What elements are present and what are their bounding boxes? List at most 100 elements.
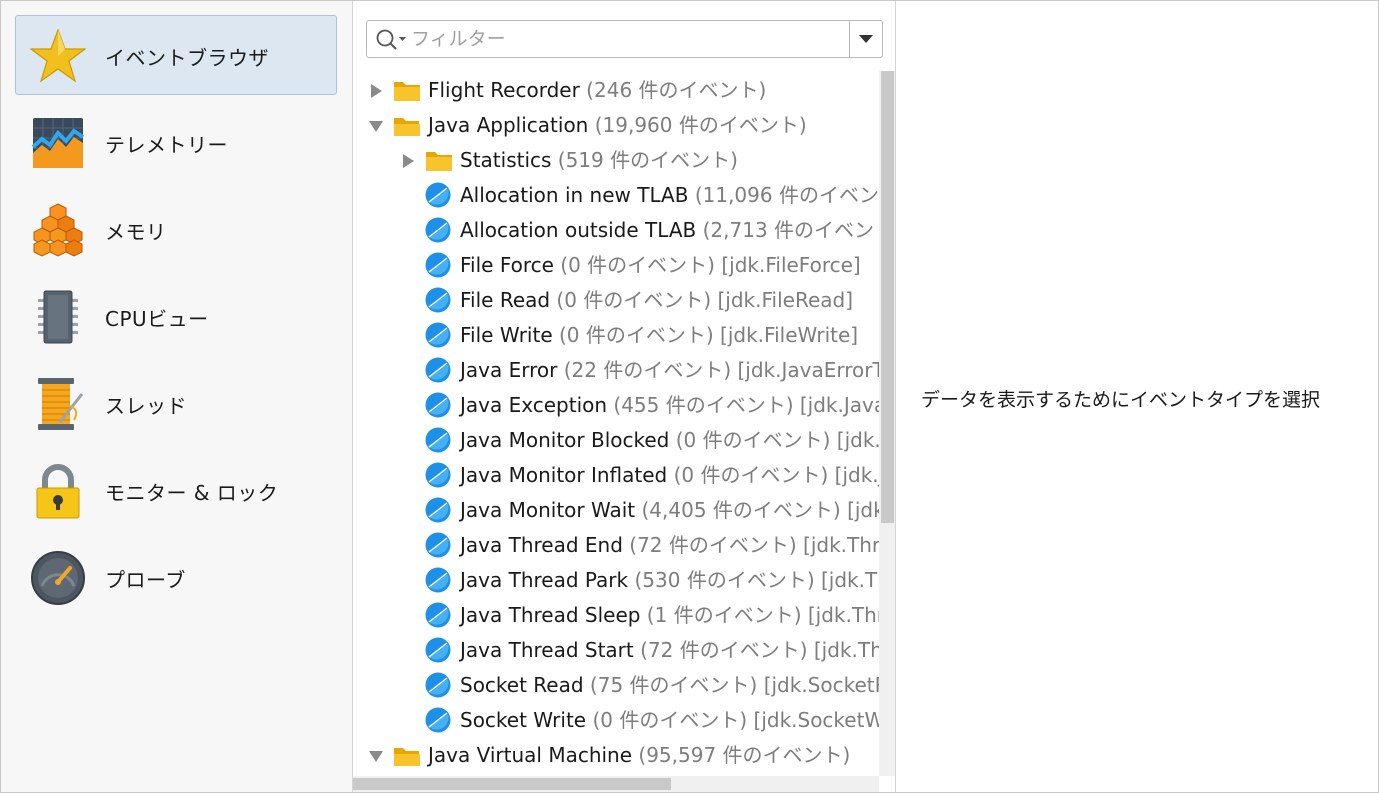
event-type-name: Java Thread Park xyxy=(460,568,629,592)
filter-box xyxy=(366,20,883,58)
search-icon[interactable] xyxy=(375,28,409,52)
tree-row-text: Allocation outside TLAB (2,713 件のイベント) [… xyxy=(460,213,879,248)
filter-dropdown-button[interactable] xyxy=(849,21,882,57)
expand-arrow-icon[interactable] xyxy=(369,84,383,98)
sidebar-item-threads[interactable]: スレッド xyxy=(15,363,337,443)
tree-row-event[interactable]: Java Error (22 件のイベント) [jdk.JavaErrorThr… xyxy=(353,353,879,388)
tree-row-text: Java Thread Park (530 件のイベント) [jdk.Threa… xyxy=(460,563,879,598)
event-type-name: Java Virtual Machine xyxy=(428,743,633,767)
tree-row-event[interactable]: Java Monitor Wait (4,405 件のイベント) [jdk.Ja… xyxy=(353,493,879,528)
horizontal-scrollbar[interactable] xyxy=(353,776,879,792)
tree-row-category[interactable]: Flight Recorder (246 件のイベント) xyxy=(353,73,879,108)
event-type-icon xyxy=(425,707,451,733)
event-type-name: File Force xyxy=(460,253,554,277)
tree-row-event[interactable]: Java Thread Park (530 件のイベント) [jdk.Threa… xyxy=(353,563,879,598)
event-count: (0 件のイベント) [jdk.JavaMonitorEnter] xyxy=(675,428,879,452)
event-count: (1 件のイベント) [jdk.ThreadSleep] xyxy=(646,603,879,627)
tree-row-text: Java Monitor Wait (4,405 件のイベント) [jdk.Ja… xyxy=(460,493,879,528)
tree-row-event[interactable]: Java Thread Sleep (1 件のイベント) [jdk.Thread… xyxy=(353,598,879,633)
event-type-name: Java Thread Start xyxy=(460,638,634,662)
event-type-icon xyxy=(425,427,451,453)
tree-row-text: Allocation in new TLAB (11,096 件のイベント) [… xyxy=(460,178,879,213)
event-count: (0 件のイベント) [jdk.FileWrite] xyxy=(552,323,859,347)
event-type-icon xyxy=(425,392,451,418)
collapse-arrow-icon[interactable] xyxy=(369,119,383,133)
event-type-name: Java Application xyxy=(428,113,589,137)
event-type-name: Allocation outside TLAB xyxy=(460,218,697,242)
tree-row-text: Statistics (519 件のイベント) xyxy=(460,143,738,178)
tree-row-category[interactable]: Java Virtual Machine (95,597 件のイベント) xyxy=(353,738,879,773)
tree-row-event[interactable]: Java Monitor Blocked (0 件のイベント) [jdk.Jav… xyxy=(353,423,879,458)
tree-row-text: Java Thread Sleep (1 件のイベント) [jdk.Thread… xyxy=(460,598,879,633)
event-type-icon xyxy=(425,497,451,523)
event-type-name: Java Monitor Blocked xyxy=(460,428,670,452)
filter-input[interactable] xyxy=(411,26,841,52)
sidebar-item-telemetry[interactable]: テレメトリー xyxy=(15,102,337,182)
event-type-icon xyxy=(425,532,451,558)
tree-row-text: File Write (0 件のイベント) [jdk.FileWrite] xyxy=(460,318,858,353)
event-type-name: Java Thread End xyxy=(460,533,623,557)
sidebar-item-label: スレッド xyxy=(105,394,187,418)
sidebar-item-monitors-locks[interactable]: モニター & ロック xyxy=(15,450,337,530)
tree-row-text: Java Monitor Blocked (0 件のイベント) [jdk.Jav… xyxy=(460,423,879,458)
tree-row-event[interactable]: Allocation in new TLAB (11,096 件のイベント) [… xyxy=(353,178,879,213)
event-type-name: Java Exception xyxy=(460,393,608,417)
event-count: (19,960 件のイベント) xyxy=(588,113,807,137)
event-type-icon xyxy=(425,672,451,698)
sidebar-item-memory[interactable]: メモリ xyxy=(15,189,337,269)
memory-blocks-icon xyxy=(33,203,83,257)
tree-row-event[interactable]: File Read (0 件のイベント) [jdk.FileRead] xyxy=(353,283,879,318)
event-count: (530 件のイベント) [jdk.ThreadPark] xyxy=(634,568,879,592)
tree-row-text: Java Thread Start (72 件のイベント) [jdk.Threa… xyxy=(460,633,879,668)
empty-state-message: データを表示するためにイベントタイプを選択 xyxy=(921,389,1321,411)
sidebar-item-label: プローブ xyxy=(105,568,186,592)
sidebar-item-label: イベントブラウザ xyxy=(105,46,269,70)
event-type-name: Socket Write xyxy=(460,708,587,732)
sidebar-item-event-browser[interactable]: イベントブラウザ xyxy=(15,15,337,95)
event-detail-panel: データを表示するためにイベントタイプを選択 xyxy=(897,1,1378,792)
sidebar-item-label: テレメトリー xyxy=(105,133,228,157)
tree-row-text: Java Exception (455 件のイベント) [jdk.JavaExc… xyxy=(460,388,879,423)
event-count: (72 件のイベント) [jdk.ThreadEnd] xyxy=(629,533,879,557)
horizontal-scroll-thumb[interactable] xyxy=(353,778,671,790)
tree-row-text: File Force (0 件のイベント) [jdk.FileForce] xyxy=(460,248,861,283)
tree-row-event[interactable]: Socket Write (0 件のイベント) [jdk.SocketWrite… xyxy=(353,703,879,738)
event-type-icon xyxy=(425,287,451,313)
tree-row-event[interactable]: Socket Read (75 件のイベント) [jdk.SocketRead] xyxy=(353,668,879,703)
event-type-name: File Write xyxy=(460,323,553,347)
event-count: (246 件のイベント) xyxy=(579,78,767,102)
sidebar-item-probes[interactable]: プローブ xyxy=(15,537,337,617)
vertical-scroll-thumb[interactable] xyxy=(881,71,894,523)
star-icon xyxy=(30,28,86,83)
vertical-scrollbar[interactable] xyxy=(879,71,895,776)
folder-icon xyxy=(426,152,452,171)
tree-row-text: File Read (0 件のイベント) [jdk.FileRead] xyxy=(460,283,853,318)
event-type-name: Java Error xyxy=(460,358,558,382)
tree-row-event[interactable]: File Force (0 件のイベント) [jdk.FileForce] xyxy=(353,248,879,283)
tree-row-category[interactable]: Java Application (19,960 件のイベント) xyxy=(353,108,879,143)
tree-row-event[interactable]: Java Thread End (72 件のイベント) [jdk.ThreadE… xyxy=(353,528,879,563)
tree-row-event[interactable]: Java Monitor Inflated (0 件のイベント) [jdk.Ja… xyxy=(353,458,879,493)
telemetry-chart-icon xyxy=(31,118,85,168)
cpu-chip-icon xyxy=(38,290,78,344)
event-count: (11,096 件のイベント) [jdk.ObjectAllocationInN… xyxy=(694,183,879,207)
tree-row-category[interactable]: Statistics (519 件のイベント) xyxy=(353,143,879,178)
sidebar: イベントブラウザ テレメトリー メモリ CPUビュー スレッド モニター & ロ… xyxy=(1,1,353,792)
event-type-icon xyxy=(425,602,451,628)
tree-row-event[interactable]: Java Exception (455 件のイベント) [jdk.JavaExc… xyxy=(353,388,879,423)
event-count: (95,597 件のイベント) xyxy=(632,743,851,767)
tree-row-event[interactable]: Java Thread Start (72 件のイベント) [jdk.Threa… xyxy=(353,633,879,668)
expand-arrow-icon[interactable] xyxy=(401,154,415,168)
collapse-arrow-icon[interactable] xyxy=(369,749,383,763)
tree-row-text: Socket Write (0 件のイベント) [jdk.SocketWrite… xyxy=(460,703,879,738)
sidebar-item-label: CPUビュー xyxy=(105,307,209,331)
event-count: (0 件のイベント) [jdk.JavaMonitorInflate] xyxy=(673,463,879,487)
sidebar-item-cpu[interactable]: CPUビュー xyxy=(15,276,337,356)
event-type-name: Java Monitor Wait xyxy=(460,498,636,522)
tree-row-text: Java Thread End (72 件のイベント) [jdk.ThreadE… xyxy=(460,528,879,563)
event-type-name: Allocation in new TLAB xyxy=(460,183,689,207)
event-type-icon xyxy=(425,357,451,383)
tree-row-event[interactable]: Allocation outside TLAB (2,713 件のイベント) [… xyxy=(353,213,879,248)
tree-row-text: Flight Recorder (246 件のイベント) xyxy=(428,73,766,108)
tree-row-event[interactable]: File Write (0 件のイベント) [jdk.FileWrite] xyxy=(353,318,879,353)
